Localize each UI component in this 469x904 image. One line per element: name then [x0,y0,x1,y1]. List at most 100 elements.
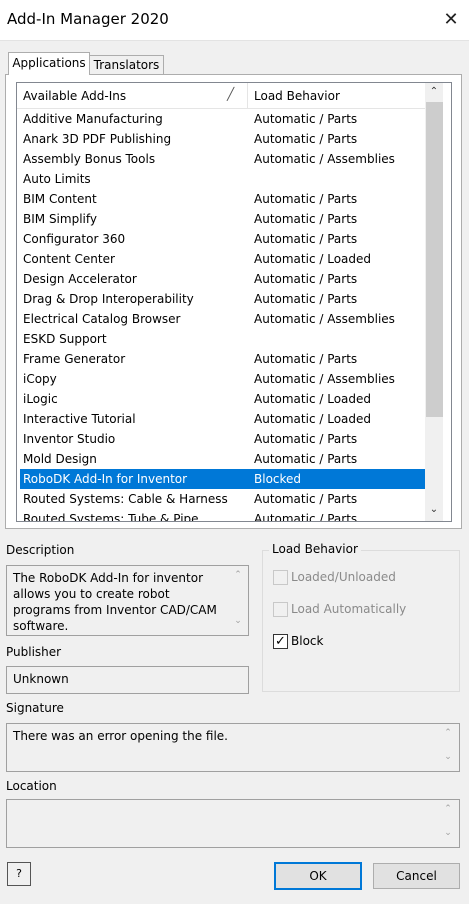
list-item[interactable]: Routed Systems: Cable & Harness Automatic… [17,489,425,509]
list-item[interactable]: Configurator 360 Automatic / Parts [17,229,425,249]
add-in-name: Mold Design [23,452,97,466]
signature-scroll-up-icon[interactable]: ⌃ [440,728,456,738]
list-item[interactable]: Mold Design Automatic / Parts [17,449,425,469]
add-in-name: Configurator 360 [23,232,126,246]
list-item[interactable]: Interactive Tutorial Automatic / Loaded [17,409,425,429]
loaded-unloaded-label: Loaded/Unloaded [291,570,396,584]
add-in-name: Anark 3D PDF Publishing [23,132,172,146]
location-scroll-down-icon[interactable]: ⌄ [440,828,456,838]
add-in-name: Electrical Catalog Browser [23,312,181,326]
list-item[interactable]: Routed Systems: Tube & Pipe Automatic / P… [17,509,425,522]
add-in-name: Auto Limits [23,172,91,186]
list-item[interactable]: Design Accelerator Automatic / Parts [17,269,425,289]
list-rows: Additive Manufacturing Automatic / Parts A… [17,109,425,522]
description-label: Description [6,543,75,557]
column-header-load-behavior[interactable]: Load Behavior [254,89,340,103]
list-item[interactable]: Assembly Bonus Tools Automatic / Assembli… [17,149,425,169]
list-item[interactable]: Electrical Catalog Browser Automatic / As… [17,309,425,329]
close-icon[interactable]: ✕ [437,6,465,34]
add-in-name: Drag & Drop Interoperability [23,292,194,306]
block-checkbox[interactable]: ✓ [273,634,288,649]
add-in-name: BIM Simplify [23,212,97,226]
add-in-name: Inventor Studio [23,432,116,446]
add-in-name: Assembly Bonus Tools [23,152,156,166]
publisher-value: Unknown [13,672,69,686]
list-item[interactable]: ESKD Support [17,329,425,349]
add-in-load-behavior: Blocked [254,472,302,486]
column-header-available-add-ins[interactable]: Available Add-Ins [23,89,126,103]
list-item[interactable]: Anark 3D PDF Publishing Automatic / Parts [17,129,425,149]
list-header: Available Add-Ins ╱ Load Behavior [17,83,425,109]
description-box: The RoboDK Add-In for inventor allows yo… [6,565,249,636]
list-item[interactable]: Content Center Automatic / Loaded [17,249,425,269]
list-item[interactable]: BIM Content Automatic / Parts [17,189,425,209]
list-item-selected[interactable]: RoboDK Add-In for Inventor Blocked [20,469,425,489]
add-in-name: iCopy [23,372,57,386]
location-scroll-up-icon[interactable]: ⌃ [440,804,456,814]
list-item[interactable]: Inventor Studio Automatic / Parts [17,429,425,449]
add-in-name: iLogic [23,392,58,406]
list-item[interactable]: BIM Simplify Automatic / Parts [17,209,425,229]
description-scroll-down-icon[interactable]: ⌄ [230,616,246,626]
scrollbar-thumb[interactable] [426,102,443,417]
add-in-load-behavior: Automatic / Assemblies [254,152,395,166]
location-label: Location [6,779,57,793]
add-in-name: ESKD Support [23,332,107,346]
list-item[interactable]: iCopy Automatic / Assemblies [17,369,425,389]
add-in-name: Design Accelerator [23,272,137,286]
block-label: Block [291,634,324,648]
add-in-load-behavior: Automatic / Parts [254,192,358,206]
list-item[interactable]: Auto Limits [17,169,425,189]
add-in-load-behavior: Automatic / Parts [254,272,358,286]
publisher-label: Publisher [6,645,62,659]
list-item[interactable]: iLogic Automatic / Loaded [17,389,425,409]
add-in-load-behavior: Automatic / Parts [254,132,358,146]
add-in-name: Routed Systems: Tube & Pipe [23,512,199,522]
add-in-load-behavior: Automatic / Assemblies [254,372,395,386]
add-in-load-behavior: Automatic / Loaded [254,252,371,266]
list-scrollbar[interactable]: ⌃ ⌄ [425,83,443,521]
add-in-load-behavior: Automatic / Parts [254,112,358,126]
column-divider[interactable] [247,83,248,108]
add-in-load-behavior: Automatic / Parts [254,492,358,506]
signature-scroll-down-icon[interactable]: ⌄ [440,752,456,762]
loaded-unloaded-checkbox[interactable] [273,570,288,585]
add-in-name: RoboDK Add-In for Inventor [23,472,188,486]
list-item[interactable]: Drag & Drop Interoperability Automatic / … [17,289,425,309]
load-behavior-title: Load Behavior [269,542,361,556]
add-in-list[interactable]: Available Add-Ins ╱ Load Behavior Additi… [16,82,452,522]
cancel-button[interactable]: Cancel [373,863,460,889]
add-in-load-behavior: Automatic / Parts [254,452,358,466]
add-in-name: Interactive Tutorial [23,412,136,426]
load-automatically-label: Load Automatically [291,602,407,616]
add-in-load-behavior: Automatic / Loaded [254,392,371,406]
list-item[interactable]: Additive Manufacturing Automatic / Parts [17,109,425,129]
add-in-load-behavior: Automatic / Parts [254,232,358,246]
list-item[interactable]: Frame Generator Automatic / Parts [17,349,425,369]
add-in-name: Frame Generator [23,352,126,366]
signature-label: Signature [6,701,64,715]
ok-button[interactable]: OK [274,862,362,890]
add-in-load-behavior: Automatic / Parts [254,512,358,522]
scroll-down-icon[interactable]: ⌄ [425,501,443,519]
tab-translators[interactable]: Translators [89,55,164,75]
add-in-load-behavior: Automatic / Assemblies [254,312,395,326]
add-in-name: Content Center [23,252,115,266]
add-in-load-behavior: Automatic / Loaded [254,412,371,426]
add-in-load-behavior: Automatic / Parts [254,212,358,226]
add-in-name: Additive Manufacturing [23,112,163,126]
description-text: The RoboDK Add-In for inventor allows yo… [13,571,217,633]
add-in-load-behavior: Automatic / Parts [254,432,358,446]
add-in-name: Routed Systems: Cable & Harness [23,492,228,506]
signature-box: There was an error opening the file. ⌃ ⌄ [6,723,460,772]
help-button[interactable]: ? [7,862,31,886]
add-in-load-behavior: Automatic / Parts [254,352,358,366]
scroll-up-icon[interactable]: ⌃ [425,83,443,101]
window-title: Add-In Manager 2020 [7,10,169,28]
add-in-load-behavior: Automatic / Parts [254,292,358,306]
signature-text: There was an error opening the file. [13,729,228,743]
tab-applications[interactable]: Applications [8,52,90,75]
publisher-field: Unknown [6,666,249,694]
description-scroll-up-icon[interactable]: ⌃ [230,570,246,580]
load-automatically-checkbox[interactable] [273,602,288,617]
